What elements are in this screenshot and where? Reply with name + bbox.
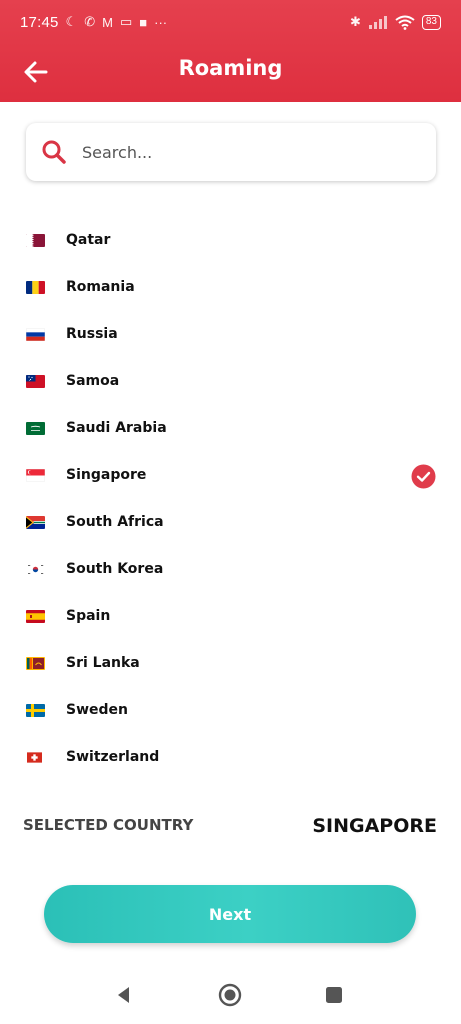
country-list[interactable]: Qatar Romania Russia Samoa Saudi Arabia … [0,190,461,790]
country-row-saudi-arabia[interactable]: Saudi Arabia [0,408,461,455]
singapore-flag-icon [26,469,45,482]
checkmark-selected-icon [411,464,436,489]
partial-list-item [0,190,461,205]
country-row-spain[interactable]: Spain [0,596,461,643]
header: 17:45 ☾ ✆ M ▭ ■ ··· ✱ 83 Roaming [0,0,461,102]
country-row-russia[interactable]: Russia [0,314,461,361]
sweden-flag-icon [26,704,45,717]
bluetooth-icon: ✱ [349,14,361,29]
wifi-icon [395,15,415,30]
square-icon: ■ [139,14,148,30]
more-icon: ··· [154,14,168,30]
selected-country-value: SINGAPORE [312,815,437,837]
spain-flag-icon [26,610,45,623]
country-name: Samoa [66,373,120,389]
country-name: Sri Lanka [66,655,140,671]
country-row-sweden[interactable]: Sweden [0,690,461,737]
system-nav-bar [0,966,461,1024]
south-africa-flag-icon [26,516,45,529]
moon-icon: ☾ [65,14,78,29]
country-name: Russia [66,326,118,342]
page-title: Roaming [178,56,283,80]
country-row-switzerland[interactable]: Switzerland [0,737,461,784]
samoa-flag-icon [26,375,45,388]
country-row-south-africa[interactable]: South Africa [0,502,461,549]
status-time: 17:45 [20,13,59,31]
country-name: Romania [66,279,135,295]
country-row-south-korea[interactable]: South Korea [0,549,461,596]
status-bar: 17:45 ☾ ✆ M ▭ ■ ··· ✱ 83 [0,0,461,44]
country-name: Switzerland [66,749,160,765]
country-name: South Africa [66,514,164,530]
nav-back-icon[interactable] [111,982,137,1008]
country-row-romania[interactable]: Romania [0,267,461,314]
country-name: Qatar [66,232,111,248]
gmail-icon: M [102,14,113,30]
status-right: ✱ 83 [350,14,441,30]
nav-home-icon[interactable] [217,982,243,1008]
battery-level: 83 [425,16,437,27]
country-name: Saudi Arabia [66,420,167,436]
saudi-arabia-flag-icon [26,422,45,435]
sri-lanka-flag-icon [26,657,45,670]
nav-recents-icon[interactable] [321,982,347,1008]
search-icon [42,140,66,164]
next-button[interactable]: Next [44,885,416,943]
russia-flag-icon [26,328,45,341]
battery-icon: 83 [421,14,441,30]
country-row-singapore[interactable]: Singapore [0,455,461,502]
switzerland-flag-icon [27,752,42,763]
country-name: Singapore [66,467,147,483]
cast-icon: ▭ [119,14,133,29]
call-off-icon: ✆ [84,14,96,29]
south-korea-flag-icon [26,563,45,576]
signal-icon [368,16,387,29]
country-name: Spain [66,608,111,624]
search-input[interactable] [82,142,382,162]
app-bar: Roaming [0,44,461,102]
search-bar[interactable] [26,123,436,181]
qatar-flag-icon [26,234,45,247]
country-name: Sweden [66,702,128,718]
country-row-samoa[interactable]: Samoa [0,361,461,408]
selected-country-label: SELECTED COUNTRY [23,816,194,834]
country-row-sri-lanka[interactable]: Sri Lanka [0,643,461,690]
romania-flag-icon [26,281,45,294]
country-row-qatar[interactable]: Qatar [0,220,461,267]
country-name: South Korea [66,561,164,577]
status-left: 17:45 ☾ ✆ M ▭ ■ ··· [20,14,167,31]
